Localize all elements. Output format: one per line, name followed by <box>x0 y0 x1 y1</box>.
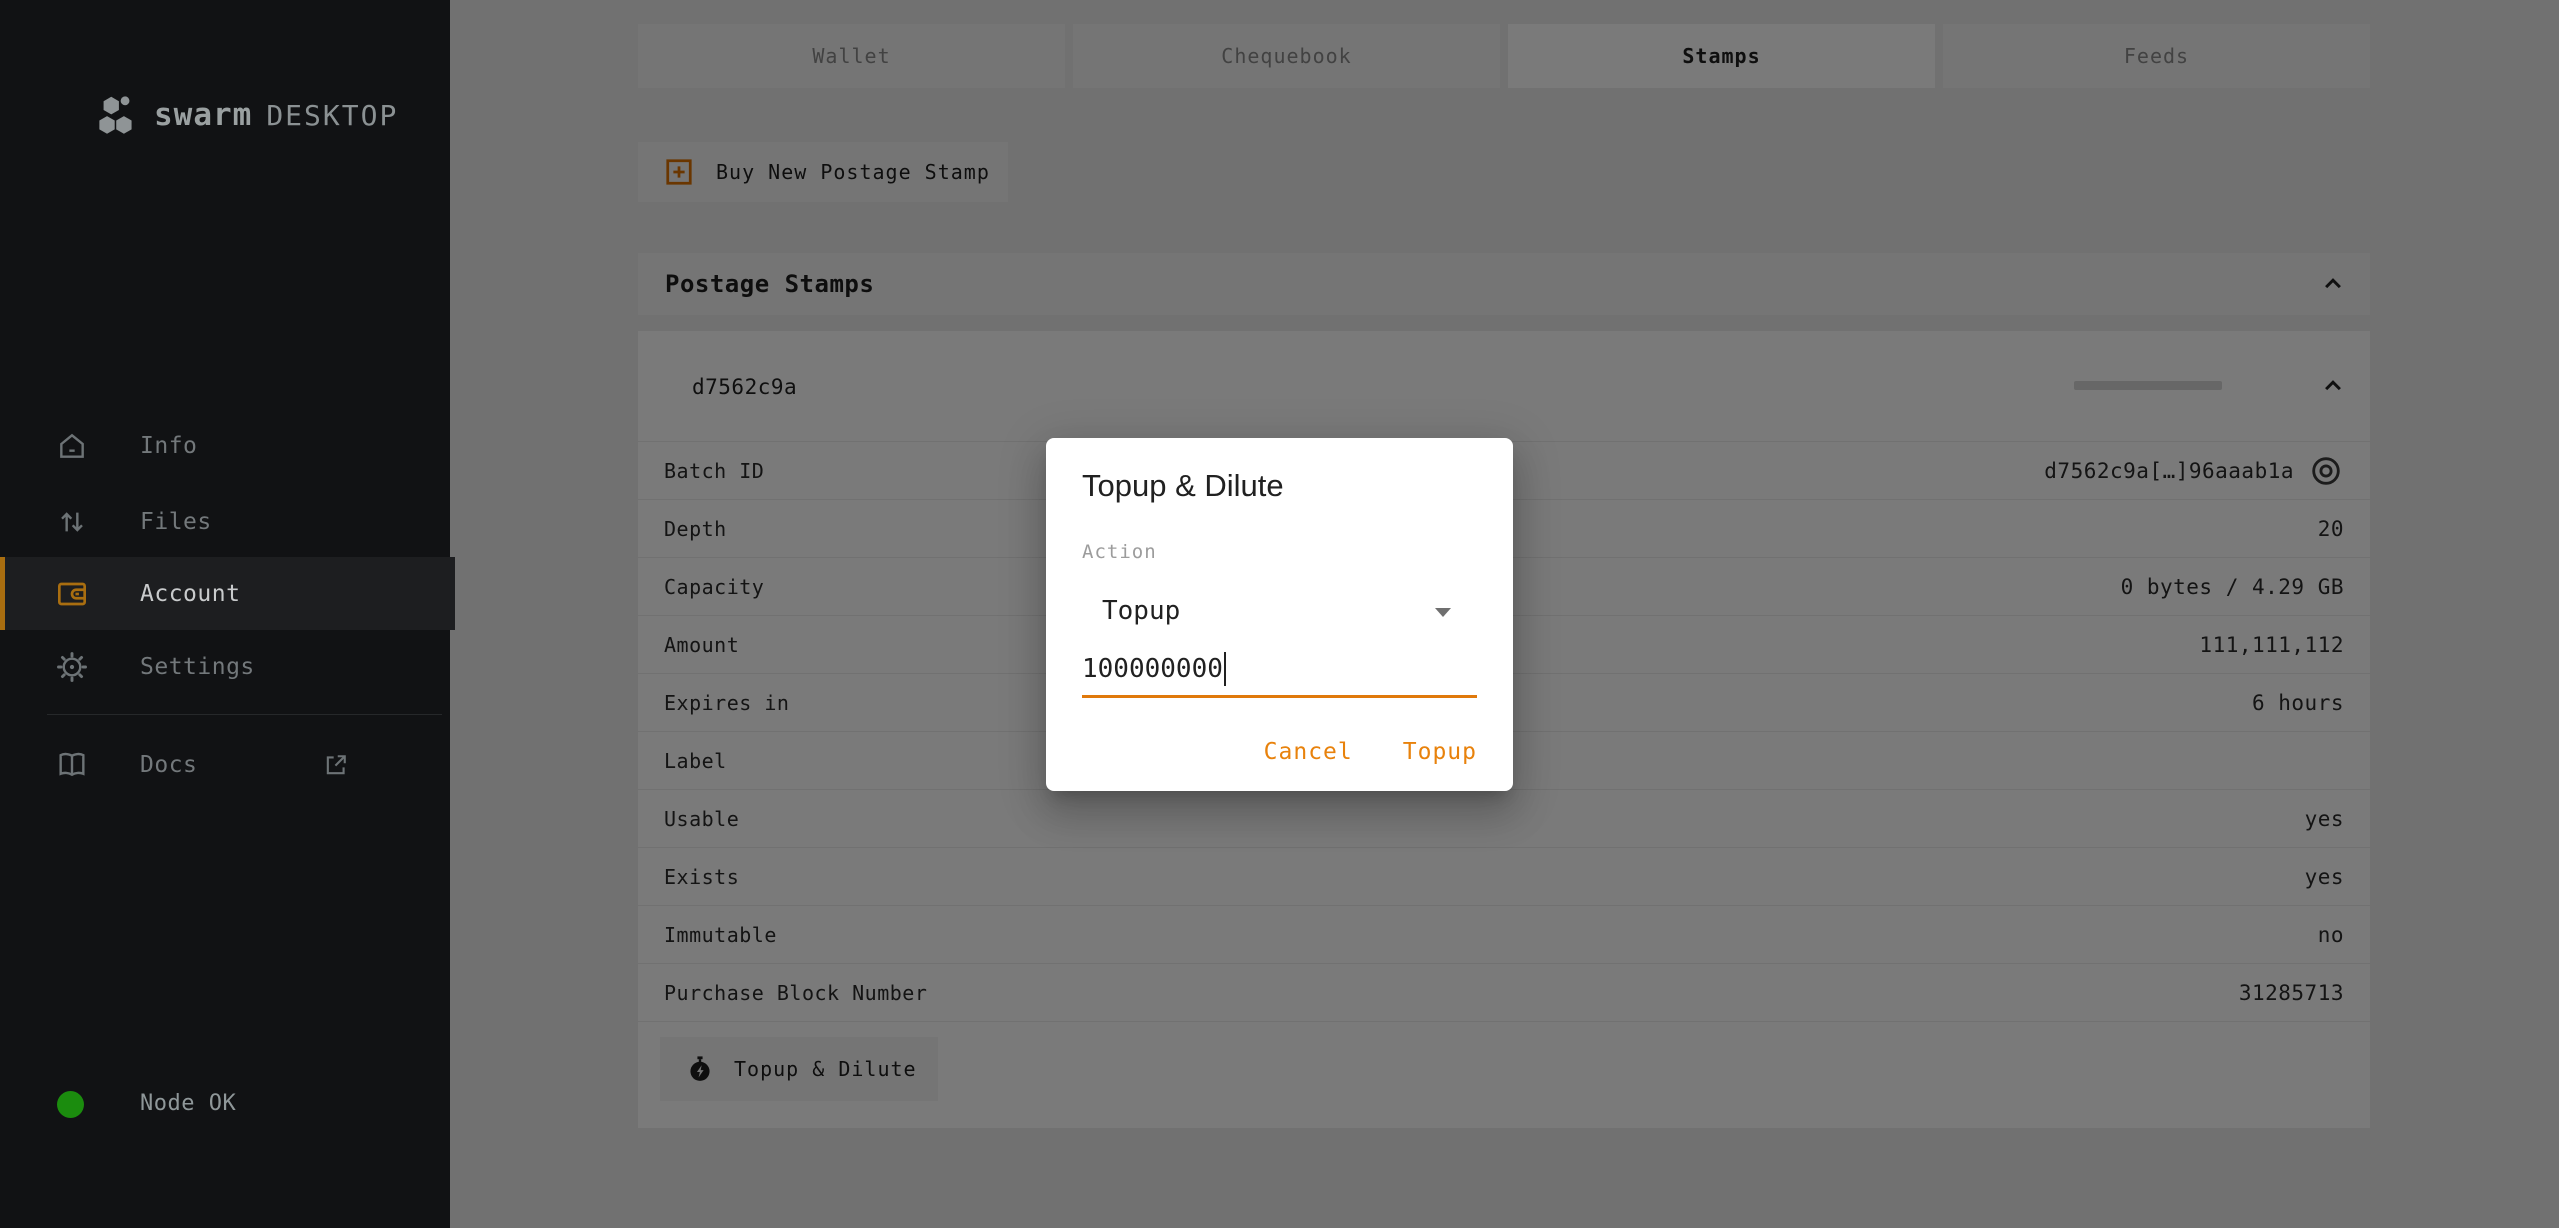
sidebar-item-account[interactable]: Account <box>0 557 455 630</box>
dialog-actions: Cancel Topup <box>1250 731 1491 773</box>
sidebar-item-label: Account <box>140 581 240 607</box>
node-status-dot <box>57 1091 84 1118</box>
wallet-icon <box>56 578 88 610</box>
sidebar-item-files[interactable]: Files <box>0 486 450 558</box>
sidebar: swarm DESKTOP Info Files Account <box>0 0 450 1228</box>
brand-name: swarm <box>154 97 252 133</box>
text-caret <box>1224 652 1226 686</box>
confirm-topup-button[interactable]: Topup <box>1389 731 1491 773</box>
node-status: Node OK <box>0 1078 450 1130</box>
sidebar-item-docs[interactable]: Docs <box>0 729 450 801</box>
product-name: DESKTOP <box>266 99 398 132</box>
dialog-title: Topup & Dilute <box>1082 468 1284 504</box>
sidebar-item-label: Docs <box>140 752 197 778</box>
action-select-value: Topup <box>1102 596 1180 626</box>
book-icon <box>56 749 88 781</box>
sidebar-item-label: Settings <box>140 654 255 680</box>
sidebar-item-label: Info <box>140 433 197 459</box>
topup-dilute-dialog: Topup & Dilute Action Topup 100000000 Ca… <box>1046 438 1513 791</box>
sidebar-item-settings[interactable]: Settings <box>0 631 450 703</box>
sidebar-divider <box>47 714 442 715</box>
swarm-hexagons-icon <box>94 92 140 138</box>
amount-input-value: 100000000 <box>1082 654 1223 684</box>
action-select[interactable]: Topup <box>1082 588 1477 636</box>
node-status-label: Node OK <box>140 1091 236 1116</box>
action-field-label: Action <box>1082 541 1157 563</box>
transfer-arrows-icon <box>56 506 88 538</box>
home-icon <box>56 430 88 462</box>
input-focus-underline <box>1082 695 1477 698</box>
amount-input[interactable]: 100000000 <box>1082 642 1477 698</box>
gear-icon <box>56 651 88 683</box>
cancel-button[interactable]: Cancel <box>1250 731 1367 773</box>
app-logo: swarm DESKTOP <box>94 92 398 138</box>
sidebar-item-label: Files <box>140 509 212 535</box>
chevron-down-icon <box>1435 608 1451 617</box>
sidebar-item-info[interactable]: Info <box>0 410 450 482</box>
external-link-icon <box>322 751 350 779</box>
